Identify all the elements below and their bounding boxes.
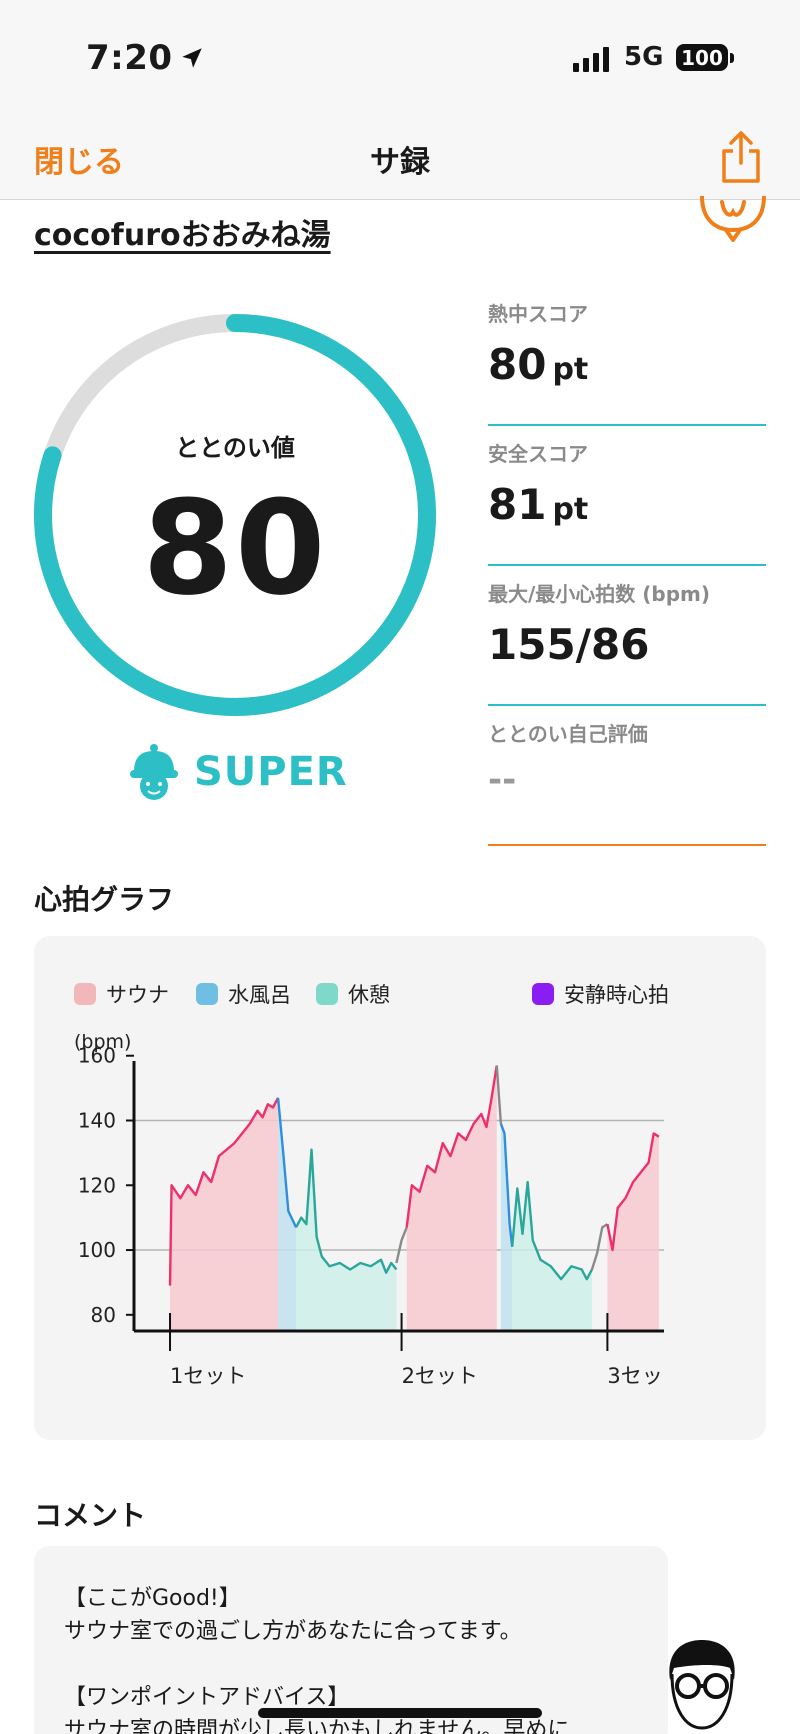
location-arrow-icon xyxy=(181,48,202,68)
rank-label: SUPER xyxy=(194,749,348,795)
signal-strength-icon xyxy=(573,46,609,72)
stat-label: 安全スコア xyxy=(488,442,588,466)
series-area-sauna xyxy=(170,1097,279,1331)
stat-value: 155/86 xyxy=(488,620,650,669)
set-label: 1セット xyxy=(170,1364,246,1388)
battery-icon: 100 xyxy=(676,44,728,71)
stat-label: 熱中スコア xyxy=(488,302,588,326)
battery-tip xyxy=(730,53,734,63)
legend-label: サウナ xyxy=(106,983,169,1007)
legend-swatch xyxy=(74,983,96,1005)
facility-name-link[interactable]: cocofuroおおみね湯 xyxy=(34,210,331,254)
stat-label: 最大/最小心拍数 (bpm) xyxy=(488,582,711,606)
comment-card: 【ここがGood!】 サウナ室での過ごし方があなたに合ってます。 【ワンポイント… xyxy=(34,1546,668,1734)
comment-line: 【ここがGood!】 xyxy=(64,1586,241,1611)
page-title: サ録 xyxy=(370,145,430,180)
heart-graph-title: 心拍グラフ xyxy=(34,883,175,916)
stat-value: 81 pt xyxy=(488,480,589,529)
series-line-other xyxy=(495,1065,503,1124)
navigation-bar: 閉じる サ録 xyxy=(0,115,800,200)
series-line-other xyxy=(395,1226,408,1264)
legend-swatch xyxy=(532,983,554,1005)
legend-label: 休憩 xyxy=(348,983,390,1007)
series-area-sauna xyxy=(406,1065,497,1331)
heart-rate-chart: サウナ 水風呂 休憩 安静時心拍 (bpm) 80 100 120 140 160 1セット 2セット… xyxy=(34,936,766,1440)
y-tick-label: 120 xyxy=(78,1173,116,1197)
legend-swatch xyxy=(316,983,338,1005)
set-label: 2セット xyxy=(402,1364,478,1388)
brand-logo-icon xyxy=(700,196,766,242)
totonoi-value: 80 xyxy=(142,472,328,624)
heart-rate-chart-svg: サウナ 水風呂 休憩 安静時心拍(bpm)801001201401601セット 2セット… xyxy=(74,983,669,1388)
comment-line xyxy=(64,1648,638,1681)
comment-title: コメント xyxy=(34,1499,147,1532)
stat-heart-rate: 最大/最小心拍数 (bpm) 155/86 xyxy=(488,578,766,706)
comment-line: サウナ室での過ごし方があなたに合ってます。 xyxy=(64,1619,522,1644)
y-tick-label: 80 xyxy=(91,1303,116,1327)
rank-badge: SUPER xyxy=(128,742,348,802)
series-area-rest xyxy=(296,1149,397,1331)
totonoi-label: ととのい値 xyxy=(175,434,295,462)
series-area-rest xyxy=(512,1182,592,1331)
status-bar: 7:20 5G 100 xyxy=(0,0,800,115)
stat-safety-score: 安全スコア 81 pt xyxy=(488,438,766,566)
home-indicator xyxy=(258,1708,542,1718)
advisor-avatar-icon xyxy=(669,1640,735,1730)
set-label: 3セッ xyxy=(607,1364,662,1388)
y-tick-label: 160 xyxy=(78,1044,116,1068)
series-line-other xyxy=(590,1223,609,1270)
share-icon[interactable] xyxy=(718,129,764,185)
legend-label: 安静時心拍 xyxy=(564,983,669,1007)
stat-label: ととのい自己評価 xyxy=(488,722,648,746)
y-tick-label: 140 xyxy=(78,1108,116,1132)
legend-swatch xyxy=(196,983,218,1005)
stat-value: -- xyxy=(488,760,517,800)
legend-label: 水風呂 xyxy=(228,983,291,1007)
network-type: 5G xyxy=(624,42,664,72)
status-time-text: 7:20 xyxy=(86,38,173,78)
status-time: 7:20 xyxy=(86,38,205,78)
stat-value: 80 pt xyxy=(488,340,589,389)
y-tick-label: 100 xyxy=(78,1238,116,1262)
stat-self-evaluation[interactable]: ととのい自己評価 -- xyxy=(488,718,766,846)
stat-heat-score: 熱中スコア 80 pt xyxy=(488,298,766,426)
sauna-hat-icon xyxy=(130,744,178,800)
